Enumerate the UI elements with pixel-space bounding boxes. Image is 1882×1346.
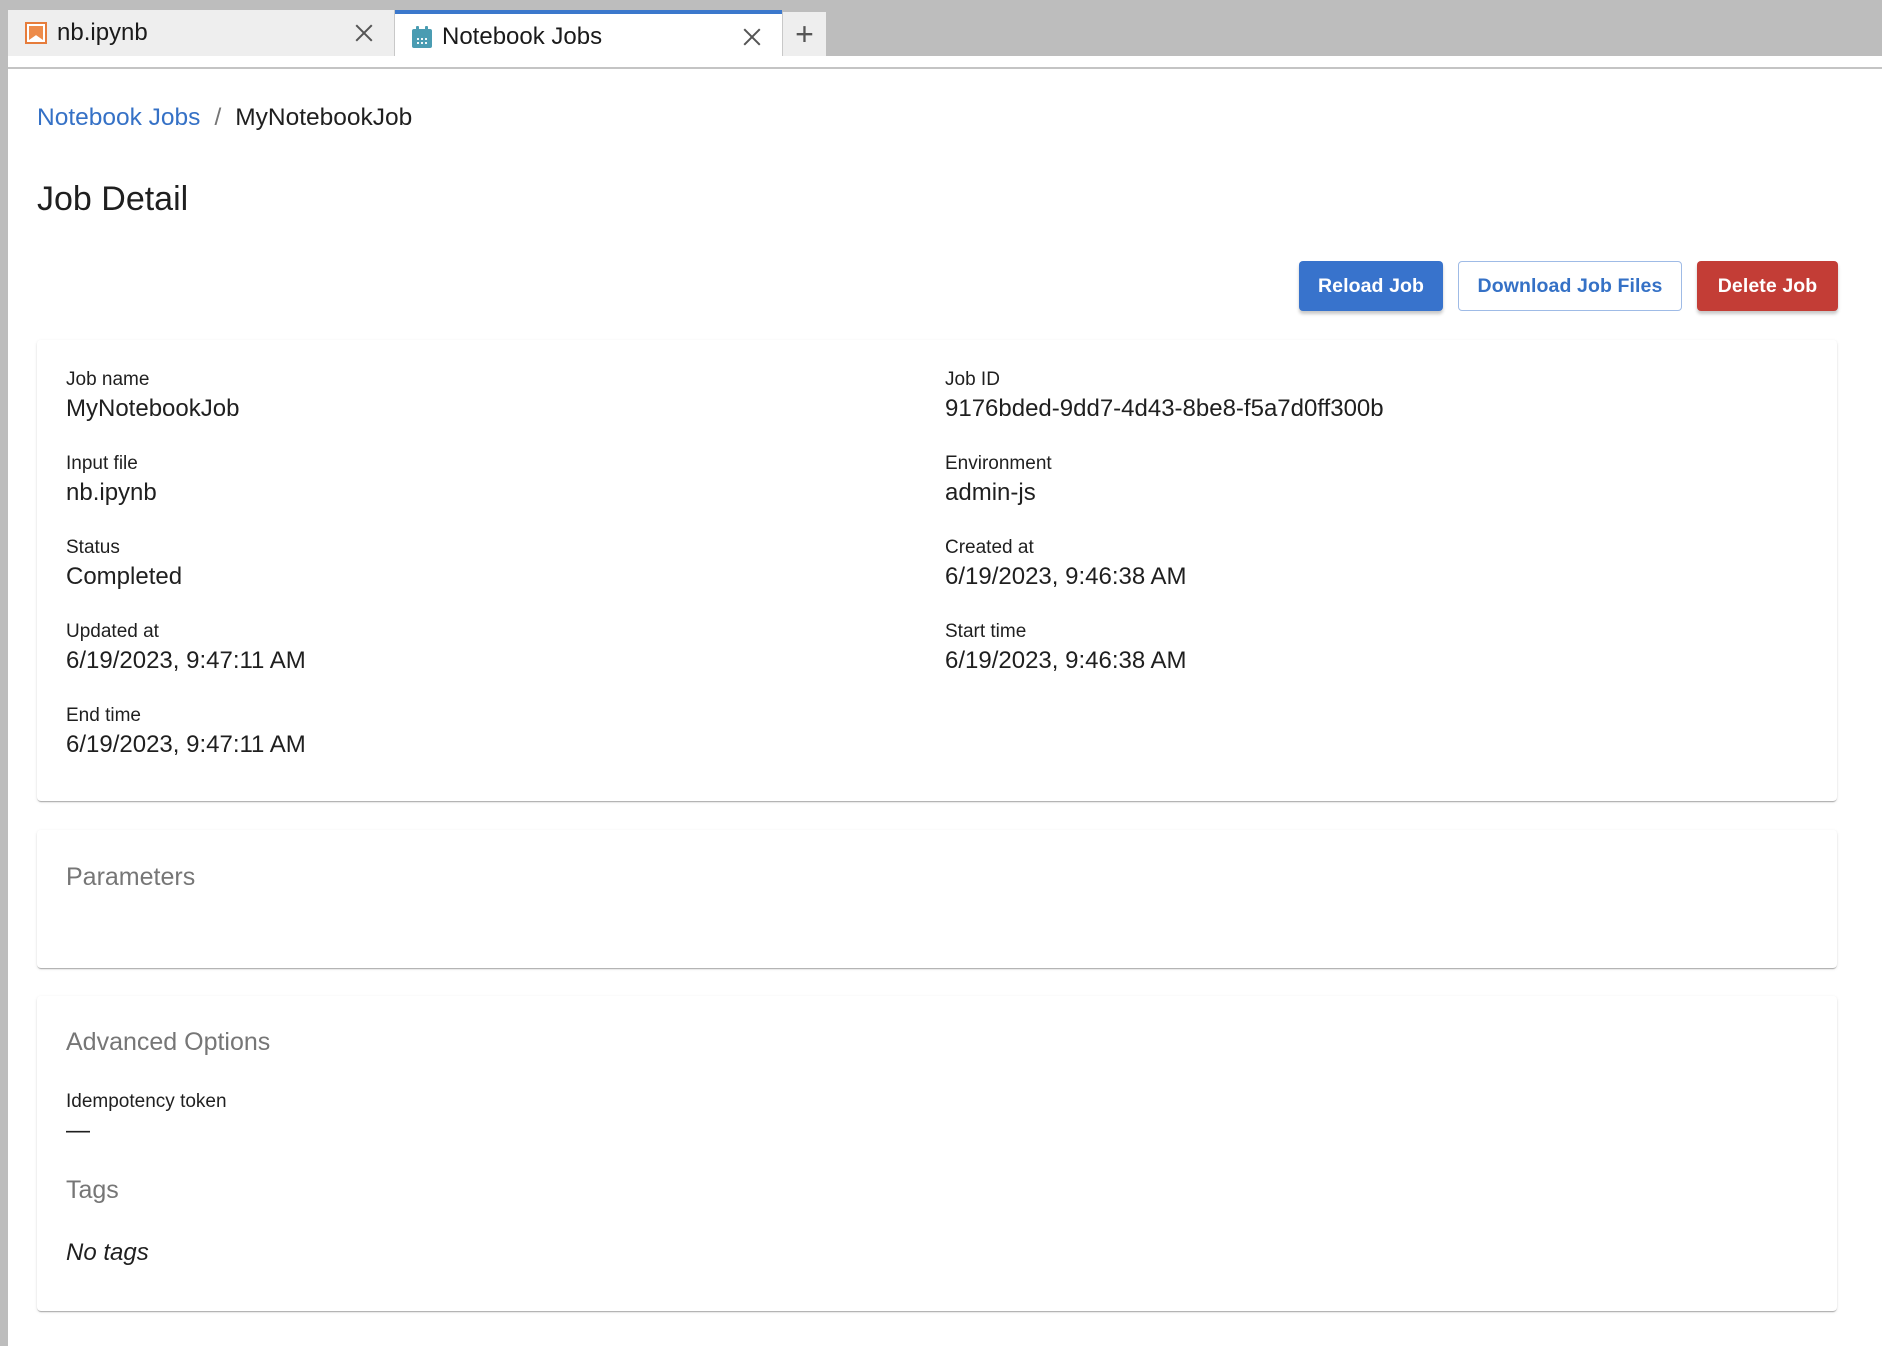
breadcrumb-separator: / xyxy=(214,104,222,131)
reload-job-button[interactable]: Reload Job xyxy=(1299,261,1443,311)
field-label: Job name xyxy=(66,369,150,390)
field-label: End time xyxy=(66,705,141,726)
field-label: Created at xyxy=(945,537,1034,558)
field-label: Updated at xyxy=(66,621,159,642)
breadcrumb-current: MyNotebookJob xyxy=(235,104,413,131)
parameters-card: Parameters xyxy=(37,830,1837,968)
field-idempotency-token: Idempotency token — xyxy=(66,1091,227,1146)
field-updated-at: Updated at 6/19/2023, 9:47:11 AM xyxy=(66,621,306,676)
field-end-time: End time 6/19/2023, 9:47:11 AM xyxy=(66,705,306,760)
field-start-time: Start time 6/19/2023, 9:46:38 AM xyxy=(945,621,1187,676)
field-value: — xyxy=(66,1117,90,1144)
tab-nb-ipynb[interactable]: nb.ipynb xyxy=(8,10,395,56)
field-label: Start time xyxy=(945,621,1027,642)
close-icon[interactable] xyxy=(352,21,376,45)
tab-label: Notebook Jobs xyxy=(442,23,603,50)
status-value: Completed xyxy=(66,563,183,590)
parameters-title: Parameters xyxy=(66,863,196,891)
field-value: 6/19/2023, 9:46:38 AM xyxy=(945,563,1187,590)
field-value: 9176bded-9dd7-4d43-8be8-f5a7d0ff300b xyxy=(945,395,1384,422)
tab-notebook-jobs[interactable]: Notebook Jobs xyxy=(395,10,782,60)
field-value: admin-js xyxy=(945,479,1036,506)
field-label: Status xyxy=(66,537,120,558)
job-actions: Reload Job Download Job Files Delete Job xyxy=(1299,261,1838,311)
advanced-options-card: Advanced Options Idempotency token — Tag… xyxy=(37,996,1837,1311)
plus-icon: + xyxy=(795,15,814,52)
breadcrumb-notebook-jobs-link[interactable]: Notebook Jobs xyxy=(37,104,200,132)
tags-title: Tags xyxy=(66,1176,119,1204)
download-job-files-button[interactable]: Download Job Files xyxy=(1458,261,1682,311)
job-details-card: Job name MyNotebookJob Job ID 9176bded-9… xyxy=(37,340,1837,801)
field-value: 6/19/2023, 9:47:11 AM xyxy=(66,731,306,758)
left-panel-edge xyxy=(0,56,8,1346)
tab-divider xyxy=(8,56,1882,69)
field-value: nb.ipynb xyxy=(66,479,157,506)
notebook-icon xyxy=(25,22,47,44)
tab-label: nb.ipynb xyxy=(57,19,148,46)
advanced-options-title: Advanced Options xyxy=(66,1028,271,1056)
field-label: Idempotency token xyxy=(66,1091,227,1112)
tab-bar: nb.ipynb Notebook Jobs + xyxy=(0,0,1882,60)
field-status: Status Completed xyxy=(66,537,182,592)
field-job-id: Job ID 9176bded-9dd7-4d43-8be8-f5a7d0ff3… xyxy=(945,369,1384,424)
breadcrumb: Notebook Jobs / MyNotebookJob xyxy=(37,104,412,132)
no-tags-text: No tags xyxy=(66,1239,149,1266)
page-title: Job Detail xyxy=(37,180,189,218)
field-label: Input file xyxy=(66,453,138,474)
field-label: Job ID xyxy=(945,369,1000,390)
calendar-icon xyxy=(412,26,432,48)
delete-job-button[interactable]: Delete Job xyxy=(1697,261,1838,311)
new-tab-button[interactable]: + xyxy=(782,12,826,56)
field-value: MyNotebookJob xyxy=(66,395,240,422)
field-created-at: Created at 6/19/2023, 9:46:38 AM xyxy=(945,537,1187,592)
field-environment: Environment admin-js xyxy=(945,453,1052,508)
field-value: 6/19/2023, 9:46:38 AM xyxy=(945,647,1187,674)
field-job-name: Job name MyNotebookJob xyxy=(66,369,239,424)
field-input-file: Input file nb.ipynb xyxy=(66,453,157,508)
field-value: 6/19/2023, 9:47:11 AM xyxy=(66,647,306,674)
field-label: Environment xyxy=(945,453,1052,474)
close-icon[interactable] xyxy=(740,25,764,49)
